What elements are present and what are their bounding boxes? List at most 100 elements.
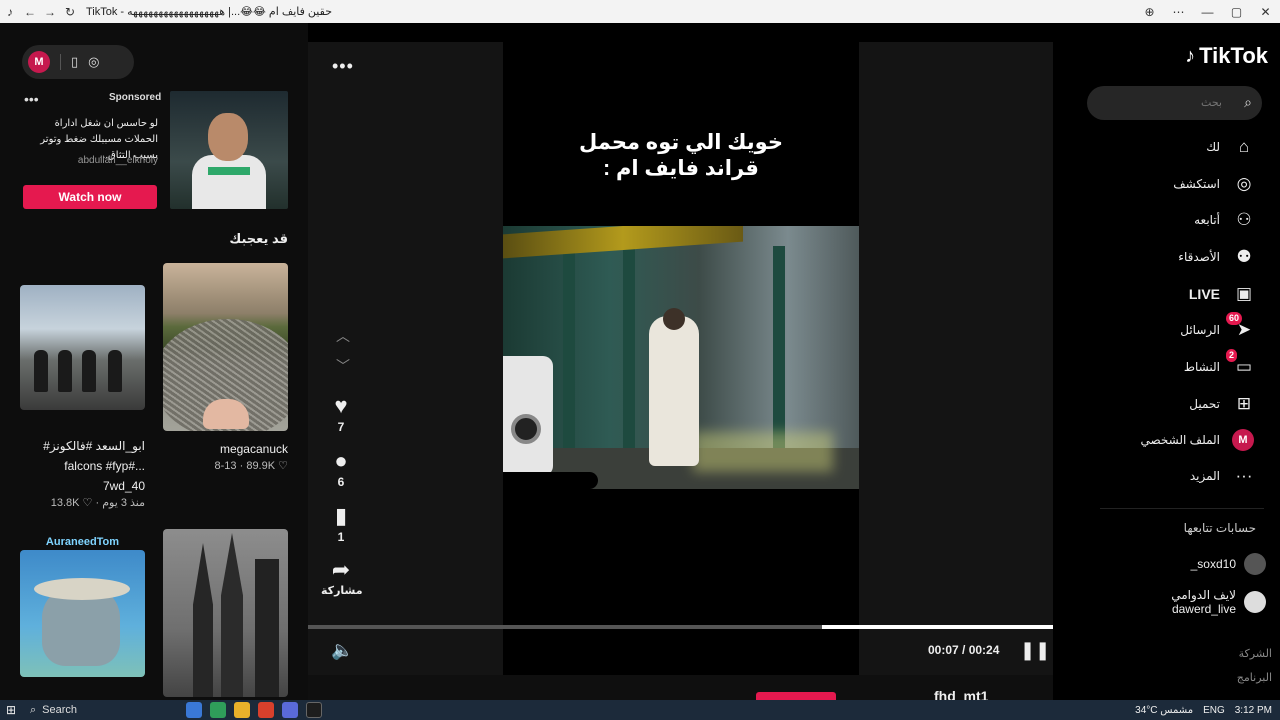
search-icon[interactable]: ⌕ xyxy=(1244,94,1252,111)
tiktok-logo[interactable]: ♪ TikTok xyxy=(1185,43,1268,69)
more-icon: ··· xyxy=(1235,466,1253,485)
suggestion-card[interactable]: AuraneedTom xyxy=(20,536,145,677)
more-options-icon[interactable]: ••• xyxy=(332,56,354,77)
watch-now-button[interactable]: Watch now xyxy=(23,185,157,209)
divider xyxy=(60,54,61,70)
bookmark-icon: ▮ xyxy=(334,503,348,528)
close-icon[interactable]: ✕ xyxy=(1251,0,1280,23)
inbox-icon: ▭ 2 xyxy=(1226,349,1256,377)
suggestion-card[interactable] xyxy=(163,263,288,431)
progress-bar[interactable] xyxy=(308,625,1053,629)
volume-icon[interactable]: 🔈 xyxy=(331,640,353,661)
nav-profile[interactable]: M الملف الشخصي xyxy=(1140,428,1256,452)
app-icon[interactable] xyxy=(186,702,202,718)
video-player[interactable]: خويك الي توه محمل قراند فايف ام : ••• ︿ … xyxy=(308,42,1053,700)
clock[interactable]: 3:12 PM xyxy=(1235,705,1272,716)
nav-label: تحميل xyxy=(1189,397,1220,411)
app-icon[interactable] xyxy=(306,702,322,718)
nav-more[interactable]: ··· المزيد xyxy=(1190,464,1256,488)
ad-more-icon[interactable]: ••• xyxy=(24,91,39,107)
footer-company-link[interactable]: الشركة xyxy=(1239,647,1272,660)
like-button[interactable]: ♥ 7 xyxy=(321,394,361,435)
followed-account[interactable]: لايف الدوامي dawerd_live xyxy=(1171,588,1266,616)
activity-badge: 2 xyxy=(1226,349,1238,362)
progress-fill xyxy=(822,625,1053,629)
taskbar-search[interactable]: ⌕ Search xyxy=(22,700,182,720)
ad-thumbnail[interactable] xyxy=(170,91,288,209)
nav-explore[interactable]: ◎ استكشف xyxy=(1173,172,1256,196)
nav-live[interactable]: ▣ LIVE xyxy=(1189,282,1256,306)
app-icon[interactable] xyxy=(282,702,298,718)
video-overlay-text: خويك الي توه محمل قراند فايف ام : xyxy=(503,130,859,182)
overlay-line1: خويك الي توه محمل xyxy=(579,131,783,154)
phone-icon[interactable]: ▯ xyxy=(71,54,78,70)
card-user[interactable]: megacanuck xyxy=(163,442,288,456)
back-icon[interactable]: ← xyxy=(20,0,40,23)
next-video-user[interactable]: fhd_mt1 xyxy=(934,688,988,700)
menu-icon[interactable]: ⋯ xyxy=(1164,0,1193,23)
video-frame[interactable] xyxy=(503,226,859,489)
brand-name: TikTok xyxy=(1199,43,1268,68)
chevron-up-icon[interactable]: ︿ xyxy=(336,326,350,346)
app-icon[interactable] xyxy=(234,702,250,718)
pause-icon[interactable]: ❚❚ xyxy=(1020,640,1050,661)
account-avatar xyxy=(1244,591,1266,613)
sponsored-ad: ••• Sponsored لو حاسس ان شغل اداراة الحم… xyxy=(22,91,288,209)
share-button[interactable]: ➦ مشاركة xyxy=(321,558,363,598)
time-display: 00:07 / 00:24 xyxy=(928,643,1000,657)
card-user[interactable]: 7wd_40 xyxy=(20,479,145,493)
zoom-icon[interactable]: ⊕ xyxy=(1135,0,1164,23)
search-input[interactable] xyxy=(1097,86,1222,120)
windows-start-icon[interactable]: ⊞ xyxy=(0,703,22,717)
card-meta: 8-13 · 89.9K ♡ xyxy=(214,460,288,472)
nav-for-you[interactable]: ⌂ لك xyxy=(1206,135,1256,159)
ad-user[interactable]: abdullah__elkholy xyxy=(24,155,158,166)
footer-program-link[interactable]: البرنامج xyxy=(1237,671,1272,684)
nav-following[interactable]: ⚇ أتابعه xyxy=(1194,208,1256,232)
plus-square-icon: ⊞ xyxy=(1236,394,1252,413)
save-button[interactable]: ▮ 1 xyxy=(321,503,361,545)
app-icon[interactable] xyxy=(258,702,274,718)
tiktok-icon: ♪ xyxy=(7,4,13,19)
nav-label: الملف الشخصي xyxy=(1140,433,1220,447)
minimize-icon[interactable]: — xyxy=(1193,0,1222,23)
account-name: soxd10_ xyxy=(1190,557,1236,571)
taskbar-apps xyxy=(186,702,322,718)
compass-icon[interactable]: ◎ xyxy=(88,54,99,70)
windows-taskbar: ⊞ ⌕ Search 34°C مشمس ENG 3:12 PM xyxy=(0,700,1280,720)
followed-account[interactable]: soxd10_ xyxy=(1191,553,1266,575)
account-name-line2: dawerd_live xyxy=(1171,602,1236,616)
chevron-down-icon[interactable]: ﹀ xyxy=(336,356,350,376)
card-overlay-title: AuraneedTom xyxy=(45,536,120,548)
comment-button[interactable]: ● 6 xyxy=(321,448,361,490)
user-avatar[interactable]: M xyxy=(28,51,50,73)
nav-activity[interactable]: ▭ 2 النشاط xyxy=(1184,349,1256,379)
nav-friends[interactable]: ⚉ الأصدقاء xyxy=(1178,245,1256,269)
suggestion-card[interactable] xyxy=(20,285,145,410)
video-canvas[interactable]: خويك الي توه محمل قراند فايف ام : xyxy=(503,42,859,675)
comment-icon: ● xyxy=(334,448,348,473)
nav-messages[interactable]: ➤ 60 الرسائل xyxy=(1180,312,1256,342)
language[interactable]: ENG xyxy=(1203,705,1225,716)
suggestion-card[interactable] xyxy=(163,529,288,697)
next-video-peek xyxy=(756,692,836,700)
account-avatar xyxy=(1244,553,1266,575)
messages-badge: 60 xyxy=(1226,312,1243,325)
card-caption-line1[interactable]: #ابو_السعد #فالكونز xyxy=(20,439,145,453)
nav-label: استكشف xyxy=(1173,177,1220,191)
nav-upload[interactable]: ⊞ تحميل xyxy=(1189,392,1256,416)
browser-titlebar: ♪ ← → ↻ TikTok - حقين فايف ام 😂😂...| ههه… xyxy=(0,0,1280,23)
search-box[interactable]: ⌕ xyxy=(1087,86,1262,120)
card-caption-line2[interactable]: falcons #fyp#... xyxy=(20,459,145,473)
sponsored-label: Sponsored xyxy=(109,92,162,103)
reload-icon[interactable]: ↻ xyxy=(60,0,80,23)
forward-icon[interactable]: → xyxy=(40,0,60,23)
app-icon[interactable] xyxy=(210,702,226,718)
maximize-icon[interactable]: ▢ xyxy=(1222,0,1251,23)
top-controls-pill: M ▯ ◎ xyxy=(22,45,134,79)
weather[interactable]: 34°C مشمس xyxy=(1135,705,1193,716)
account-name: لايف الدوامي dawerd_live xyxy=(1171,588,1236,616)
tiktok-app: M ▯ ◎ ••• Sponsored لو حاسس ان شغل ادارا… xyxy=(0,23,1280,700)
user-plus-icon: ⚇ xyxy=(1236,210,1252,229)
send-icon: ➤ 60 xyxy=(1226,312,1256,340)
